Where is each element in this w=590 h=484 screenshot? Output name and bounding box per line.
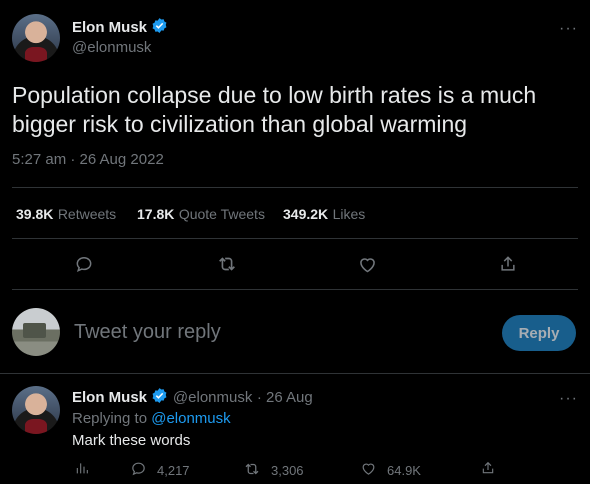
- reply-author-avatar[interactable]: [12, 386, 60, 434]
- retweet-count: 3,306: [271, 463, 304, 478]
- divider: [12, 289, 578, 290]
- comment-icon: [130, 460, 147, 480]
- share-icon[interactable]: [496, 252, 520, 276]
- likes-count: 349.2K: [283, 206, 329, 222]
- retweet-icon[interactable]: [215, 252, 239, 276]
- retweet-icon: [243, 460, 261, 481]
- reply-author-name[interactable]: Elon Musk: [72, 389, 147, 406]
- like-icon[interactable]: [355, 252, 379, 276]
- reply-icon[interactable]: [72, 252, 96, 276]
- verified-badge-icon: [151, 17, 168, 39]
- like-icon: [360, 460, 377, 480]
- tweet-text: Population collapse due to low birth rat…: [12, 82, 537, 137]
- replying-to: Replying to @elonmusk: [72, 410, 231, 427]
- likes-stat[interactable]: 349.2K Likes: [283, 206, 365, 224]
- comment-count: 4,217: [157, 462, 190, 478]
- likes-label: Likes: [332, 206, 366, 222]
- divider: [12, 187, 578, 188]
- reply-retweet-button[interactable]: 3,306: [243, 460, 304, 481]
- verified-badge-icon: [151, 387, 168, 409]
- retweets-label: Retweets: [57, 206, 117, 222]
- analytics-button[interactable]: [74, 460, 90, 479]
- reply-share-button[interactable]: [480, 460, 496, 479]
- quote-tweets-count: 17.8K: [137, 206, 175, 222]
- retweets-count: 39.8K: [16, 206, 54, 222]
- reply-date[interactable]: · 26 Aug: [257, 389, 313, 406]
- reply-input[interactable]: Tweet your reply: [74, 321, 221, 344]
- retweets-stat[interactable]: 39.8K Retweets: [16, 206, 116, 224]
- reply-comment-button[interactable]: 4,217: [130, 460, 190, 480]
- divider: [12, 238, 578, 239]
- analytics-icon: [74, 460, 90, 479]
- replying-to-prefix: Replying to: [72, 410, 152, 427]
- quote-tweets-stat[interactable]: 17.8K Quote Tweets: [137, 206, 265, 224]
- author-name[interactable]: Elon Musk: [72, 19, 147, 36]
- divider: [0, 373, 590, 374]
- author-avatar[interactable]: [12, 14, 60, 62]
- reply-text: Mark these words: [72, 432, 191, 449]
- reply-like-button[interactable]: 64.9K: [360, 460, 421, 480]
- replying-to-handle[interactable]: @elonmusk: [151, 410, 230, 427]
- more-options-icon[interactable]: ···: [559, 20, 578, 38]
- current-user-avatar[interactable]: [12, 308, 60, 356]
- share-icon: [480, 460, 496, 479]
- reply-button[interactable]: Reply: [502, 315, 576, 351]
- reply-author-handle[interactable]: @elonmusk: [173, 389, 252, 406]
- quote-tweets-label: Quote Tweets: [178, 206, 265, 222]
- like-count: 64.9K: [387, 462, 421, 478]
- reply-more-options-icon[interactable]: ···: [559, 390, 578, 408]
- author-handle[interactable]: @elonmusk: [72, 39, 151, 56]
- tweet-timestamp[interactable]: 5:27 am · 26 Aug 2022: [12, 151, 164, 168]
